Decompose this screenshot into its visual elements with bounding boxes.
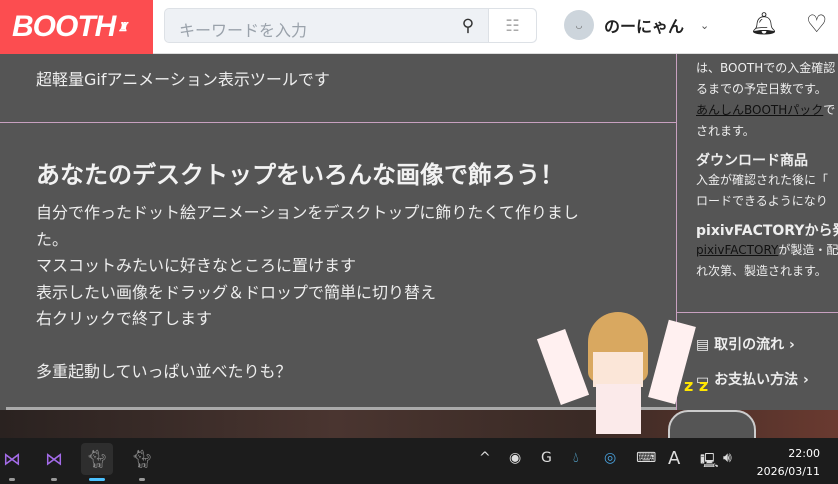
flow-link[interactable]: ▤ 取引の流れ › (696, 335, 838, 356)
logo-text: BOOTH (12, 10, 116, 43)
keyboard-icon[interactable]: ⌨ (636, 450, 656, 466)
discord-icon[interactable]: ◉ (509, 450, 521, 466)
logitech-icon[interactable]: G (541, 450, 552, 466)
time: 22:00 (788, 447, 820, 460)
sidebar-text: るまでの予定日数です。 (696, 82, 827, 96)
document-icon: ▤ (696, 337, 715, 353)
payment-link-label: お支払い方法 (714, 372, 799, 388)
drop-icon[interactable]: 💧︎ (573, 450, 579, 466)
ime-indicator[interactable]: A (668, 448, 680, 469)
search-bar[interactable]: キーワードを入力 ⚲ ☷ (164, 8, 537, 43)
chevron-up-icon[interactable]: ^ (479, 450, 491, 466)
date: 2026/03/11 (756, 465, 820, 478)
clock[interactable]: 22:00 2026/03/11 (757, 445, 820, 481)
payment-link[interactable]: ▭ お支払い方法 › (696, 370, 838, 391)
sidebar-text: は、BOOTHでの入金確認 (696, 61, 836, 75)
chevron-down-icon: ⌄ (700, 18, 710, 32)
tagline: 超軽量Gifアニメーション表示ツールです (36, 70, 330, 89)
pixiv-factory-link[interactable]: pixivFACTORY (696, 243, 778, 257)
divider (677, 312, 838, 313)
download-title: ダウンロード商品 (696, 153, 808, 169)
desc-line: 表示したい画像をドラッグ＆ドロップで簡単に切り替え (36, 282, 437, 302)
visual-studio-insiders-icon[interactable]: ⋈ (0, 443, 28, 481)
desc-line: た。 (36, 229, 69, 249)
desc-line: マスコットみたいに好きなところに置けます (36, 256, 357, 275)
sidebar-text: されます。 (696, 124, 755, 138)
desc-line: 自分で作ったドット絵アニメーションをデスクトップに飾りたくて作りまし (36, 203, 579, 222)
sidebar: は、BOOTHでの入金確認 るまでの予定日数です。 あんしんBOOTHパックで … (676, 54, 838, 410)
username: のーにゃん (604, 17, 685, 36)
heart-icon[interactable]: ♡ (806, 10, 828, 38)
sidebar-text: が製造・配 (778, 243, 838, 257)
divider (0, 122, 676, 123)
volume-icon[interactable]: 🔊︎ (723, 450, 732, 466)
taskbar: ⋈ ⋈ 🐈︎ 🐈︎ ^ ◉ G 💧︎ ◎ ⌨ A 🖳︎ 🔊︎ 22:00 202… (0, 438, 838, 484)
logo-mark-icon: ♜ (117, 20, 128, 34)
sidebar-text: 入金が確認された後に「 (696, 173, 829, 187)
avatar: ◡ (564, 10, 594, 40)
booth-logo[interactable]: BOOTH ♜ (0, 0, 153, 54)
anshin-booth-link[interactable]: あんしんBOOTHパック (696, 103, 823, 117)
header: BOOTH ♜ キーワードを入力 ⚲ ☷ ◡ のーにゃん ⌄ 🔔︎ ♡ (0, 0, 838, 54)
steam-icon[interactable]: ◎ (604, 450, 616, 466)
user-menu[interactable]: ◡ のーにゃん ⌄ (564, 10, 709, 40)
pixiv-title: pixivFACTORYから発 (696, 223, 838, 239)
cat-app-icon-2[interactable]: 🐈︎ (126, 443, 158, 481)
page-title: あなたのデスクトップをいろんな画像で飾ろう！ (36, 161, 564, 189)
filter-icon[interactable]: ☷ (488, 9, 536, 42)
search-input[interactable]: キーワードを入力 (165, 9, 448, 42)
bell-icon[interactable]: 🔔︎ (750, 12, 778, 37)
visual-studio-installer-icon[interactable]: ⋈ (38, 443, 70, 481)
sidebar-text: で (823, 103, 836, 117)
network-icon[interactable]: 🖳︎ (700, 450, 719, 474)
cat-app-icon[interactable]: 🐈︎ (81, 443, 113, 481)
sleep-z-icon: z z (684, 376, 709, 395)
sidebar-text: ロードできるようになり (696, 194, 828, 208)
flow-link-label: 取引の流れ (714, 337, 785, 353)
search-icon[interactable]: ⚲ (448, 9, 488, 42)
sidebar-text: れ次第、製造されます。 (696, 264, 827, 278)
